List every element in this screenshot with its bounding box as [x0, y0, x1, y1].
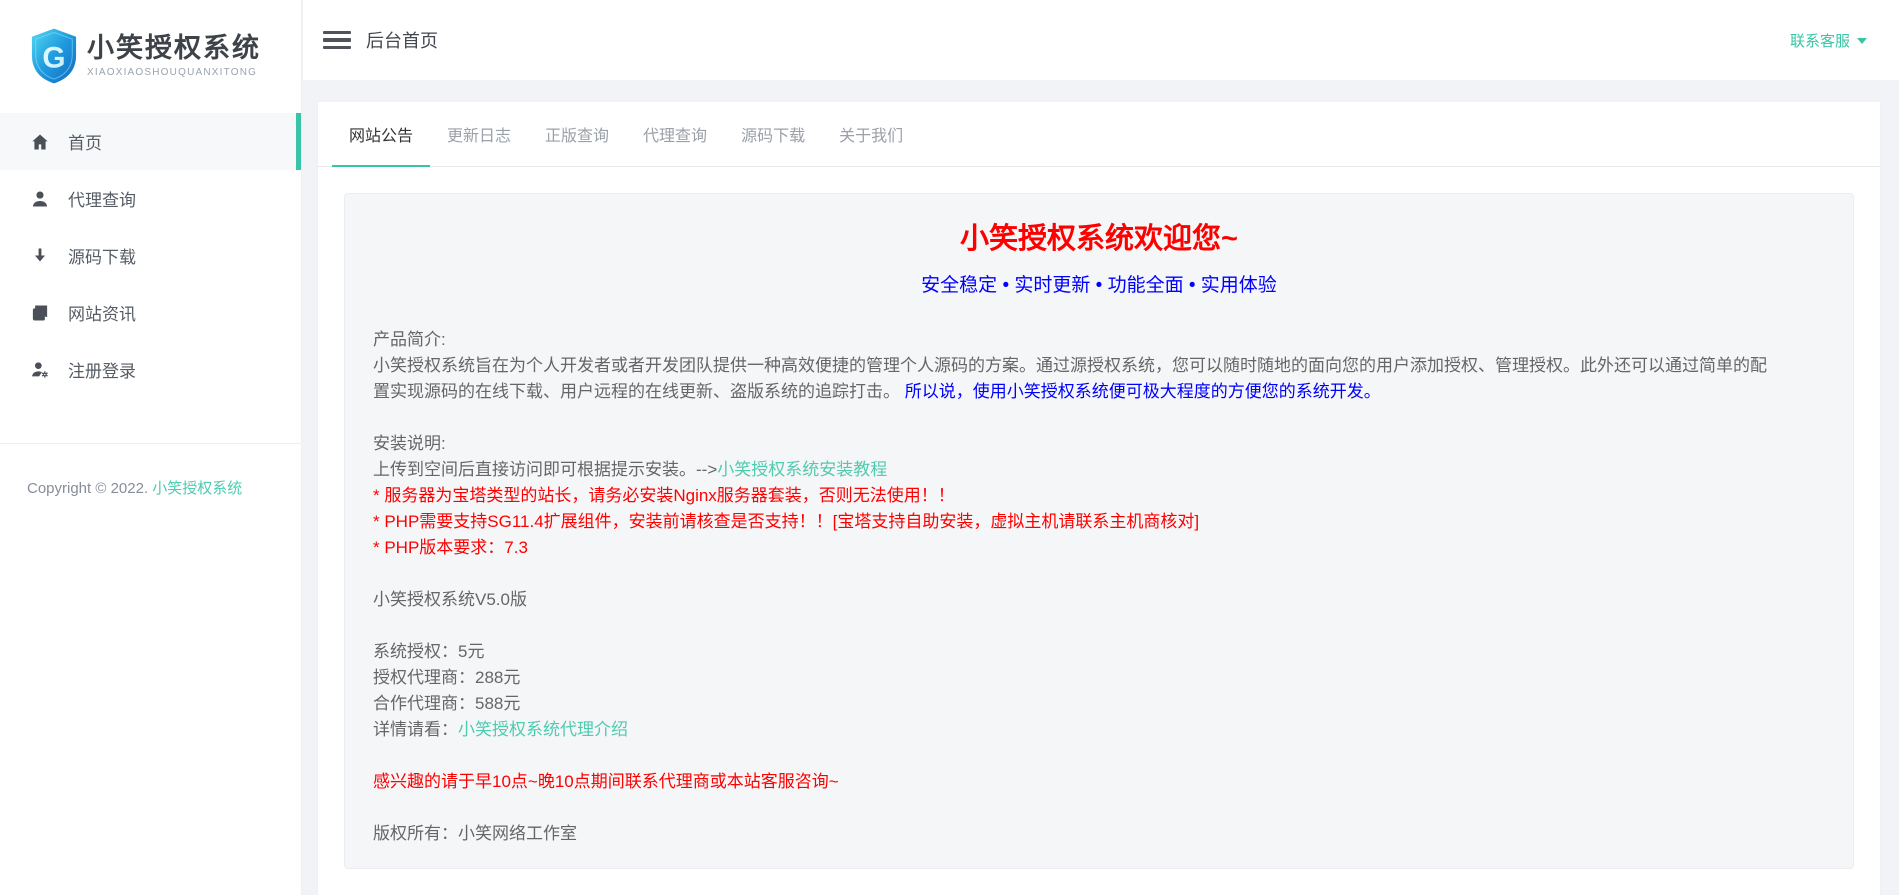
tab-bar: 网站公告 更新日志 正版查询 代理查询 源码下载 关于我们 [318, 102, 1880, 167]
text-segment: 安装说明: [373, 434, 446, 453]
sidebar: G 小笑授权系统 XIAOXIAOSHOUQUANXITONG 首页 代理查询 [0, 0, 302, 895]
tab-genuine-query[interactable]: 正版查询 [528, 102, 626, 166]
tab-label: 代理查询 [643, 122, 707, 146]
sidebar-item-source-download[interactable]: 源码下载 [0, 227, 301, 284]
text-segment: 小笑授权系统旨在为个人开发者或者开发团队提供一种高效便捷的管理个人源码的方案。通… [373, 356, 1767, 375]
content-line [373, 795, 1825, 821]
announcement-body: 产品简介: 小笑授权系统旨在为个人开发者或者开发团队提供一种高效便捷的管理个人源码… [373, 327, 1825, 847]
content-line [373, 405, 1825, 431]
content-line: * PHP版本要求：7.3 [373, 535, 1825, 561]
announcement-panel: 小笑授权系统欢迎您~ 安全稳定 • 实时更新 • 功能全面 • 实用体验 产品简… [344, 193, 1854, 869]
download-arrow-icon [29, 245, 51, 267]
sidebar-item-label: 首页 [68, 129, 102, 154]
text-segment: 所以说，使用小笑授权系统便可极大程度的方便您的系统开发。 [905, 382, 1381, 401]
text-segment: 合作代理商：588元 [373, 694, 520, 713]
sidebar-item-label: 源码下载 [68, 243, 136, 268]
content-line: 小笑授权系统旨在为个人开发者或者开发团队提供一种高效便捷的管理个人源码的方案。通… [373, 353, 1825, 379]
brand-title: 小笑授权系统 [87, 34, 261, 64]
content-line: 系统授权：5元 [373, 639, 1825, 665]
text-segment: 详情请看： [373, 720, 458, 739]
content-line: 感兴趣的请于早10点~晚10点期间联系代理商或本站客服咨询~ [373, 769, 1825, 795]
content-line: 合作代理商：588元 [373, 691, 1825, 717]
content-line: 安装说明: [373, 431, 1825, 457]
tab-label: 正版查询 [545, 122, 609, 146]
chevron-down-icon [1857, 38, 1867, 44]
content-line: * PHP需要支持SG11.4扩展组件，安装前请核查是否支持！！[宝塔支持自助安… [373, 509, 1825, 535]
content-line [373, 743, 1825, 769]
content-line: 授权代理商：288元 [373, 665, 1825, 691]
content-card: 网站公告 更新日志 正版查询 代理查询 源码下载 关于我们 小笑授权系统欢迎您~… [318, 102, 1880, 895]
shield-g-logo-icon: G [30, 27, 78, 85]
content-line: 小笑授权系统V5.0版 [373, 587, 1825, 613]
user-gear-icon [29, 359, 51, 381]
user-icon [29, 188, 51, 210]
tab-source-download[interactable]: 源码下载 [724, 102, 822, 166]
text-segment: 置实现源码的在线下载、用户远程的在线更新、盗版系统的追踪打击。 [373, 382, 905, 401]
copyright-text: Copyright © 2022. [27, 480, 152, 497]
tab-label: 网站公告 [349, 122, 413, 146]
sidebar-item-agent-query[interactable]: 代理查询 [0, 170, 301, 227]
top-header: 后台首页 联系客服 [303, 0, 1899, 80]
sidebar-item-site-news[interactable]: 网站资讯 [0, 284, 301, 341]
content-line: 置实现源码的在线下载、用户远程的在线更新、盗版系统的追踪打击。 所以说，使用小笑… [373, 379, 1825, 405]
content-line [373, 561, 1825, 587]
sidebar-item-register-login[interactable]: 注册登录 [0, 341, 301, 398]
content-line: 产品简介: [373, 327, 1825, 353]
main-area: 网站公告 更新日志 正版查询 代理查询 源码下载 关于我们 小笑授权系统欢迎您~… [303, 80, 1899, 895]
text-segment: 版权所有：小笑网络工作室 [373, 824, 577, 843]
hamburger-icon[interactable] [323, 31, 351, 49]
tab-label: 关于我们 [839, 122, 903, 146]
inline-link[interactable]: 小笑授权系统代理介绍 [458, 720, 628, 739]
content-line: 详情请看：小笑授权系统代理介绍 [373, 717, 1825, 743]
tab-label: 源码下载 [741, 122, 805, 146]
sidebar-item-home[interactable]: 首页 [0, 113, 301, 170]
text-segment: * 服务器为宝塔类型的站长，请务必安装Nginx服务器套装，否则无法使用！！ [373, 486, 955, 505]
text-segment: 系统授权：5元 [373, 642, 484, 661]
page-title: 后台首页 [366, 27, 438, 53]
text-segment: 授权代理商：288元 [373, 668, 520, 687]
brand-subtitle: XIAOXIAOSHOUQUANXITONG [87, 67, 261, 78]
content-line: 版权所有：小笑网络工作室 [373, 821, 1825, 847]
app-root: G 小笑授权系统 XIAOXIAOSHOUQUANXITONG 首页 代理查询 [0, 0, 1899, 895]
announcement-subtitle: 安全稳定 • 实时更新 • 功能全面 • 实用体验 [373, 270, 1825, 297]
brand-logo[interactable]: G 小笑授权系统 XIAOXIAOSHOUQUANXITONG [0, 0, 301, 112]
home-icon [29, 131, 51, 153]
text-segment: 感兴趣的请于早10点~晚10点期间联系代理商或本站客服咨询~ [373, 772, 839, 791]
announcement-title: 小笑授权系统欢迎您~ [373, 221, 1825, 257]
text-segment: * PHP版本要求：7.3 [373, 538, 528, 557]
news-pages-icon [29, 302, 51, 324]
content-line [373, 613, 1825, 639]
text-segment: 上传到空间后直接访问即可根据提示安装。--> [373, 460, 717, 479]
sidebar-item-label: 网站资讯 [68, 300, 136, 325]
tab-update-log[interactable]: 更新日志 [430, 102, 528, 166]
text-segment: 产品简介: [373, 330, 446, 349]
sidebar-item-label: 注册登录 [68, 357, 136, 382]
sidebar-menu: 首页 代理查询 源码下载 [0, 113, 301, 398]
tab-label: 更新日志 [447, 122, 511, 146]
sidebar-copyright: Copyright © 2022. 小笑授权系统 [0, 444, 301, 501]
inline-link[interactable]: 小笑授权系统安装教程 [717, 460, 887, 479]
tab-about-us[interactable]: 关于我们 [822, 102, 920, 166]
text-segment: * PHP需要支持SG11.4扩展组件，安装前请核查是否支持！！[宝塔支持自助安… [373, 512, 1199, 531]
contact-support-dropdown[interactable]: 联系客服 [1790, 30, 1867, 51]
tab-site-announcement[interactable]: 网站公告 [332, 102, 430, 166]
brand-text: 小笑授权系统 XIAOXIAOSHOUQUANXITONG [87, 34, 261, 79]
svg-text:G: G [42, 42, 65, 75]
sidebar-item-label: 代理查询 [68, 186, 136, 211]
content-line: * 服务器为宝塔类型的站长，请务必安装Nginx服务器套装，否则无法使用！！ [373, 483, 1825, 509]
content-line: 上传到空间后直接访问即可根据提示安装。-->小笑授权系统安装教程 [373, 457, 1825, 483]
copyright-brand-link[interactable]: 小笑授权系统 [152, 480, 242, 497]
contact-support-label: 联系客服 [1790, 30, 1850, 51]
tab-agent-query[interactable]: 代理查询 [626, 102, 724, 166]
text-segment: 小笑授权系统V5.0版 [373, 590, 527, 609]
